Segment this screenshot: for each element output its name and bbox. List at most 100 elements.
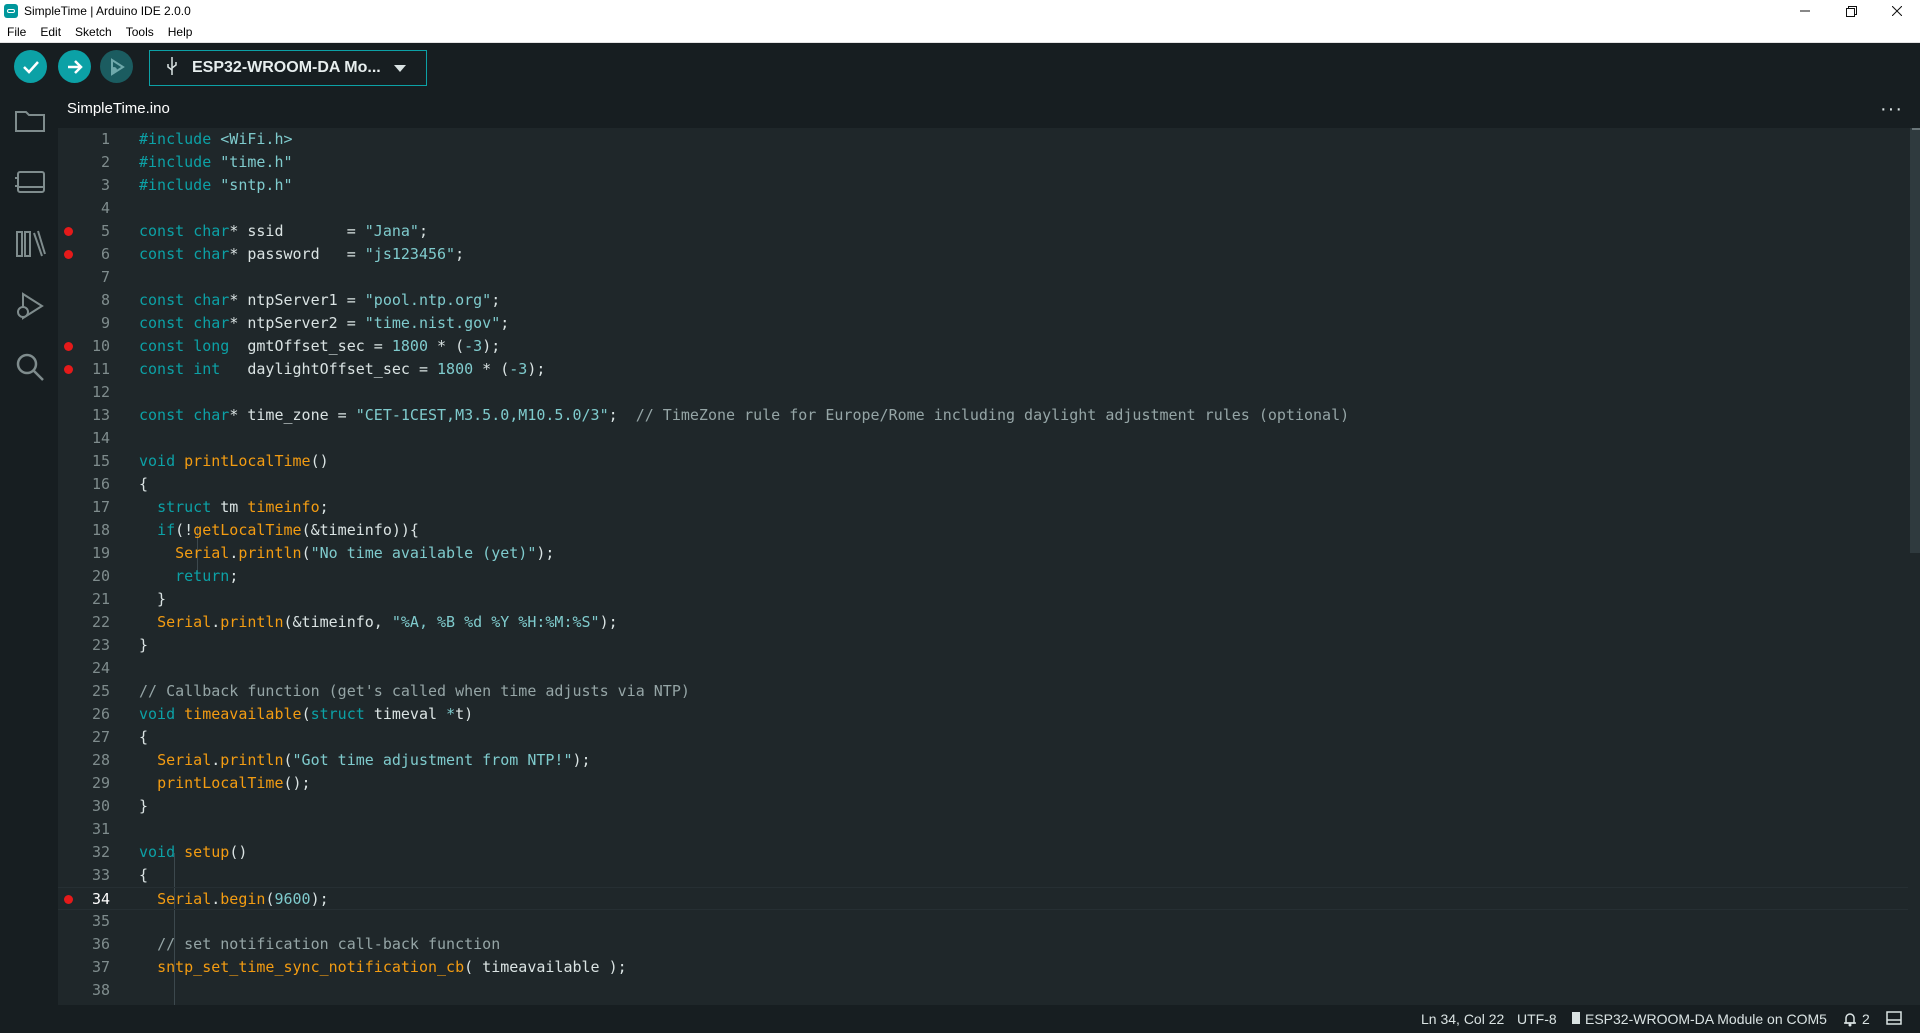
more-actions-button[interactable]: ··· (1880, 98, 1903, 121)
code-line[interactable]: 35 (58, 910, 1908, 933)
breakpoint-icon[interactable] (64, 895, 73, 904)
breakpoint-icon[interactable] (64, 227, 73, 236)
code-token: char (193, 245, 230, 263)
tab-simpletime[interactable]: SimpleTime.ino (58, 89, 189, 128)
code-text: const char* time_zone = "CET-1CEST,M3.5.… (139, 404, 1349, 427)
code-line[interactable]: 34 Serial.begin(9600); (58, 887, 1908, 910)
code-line[interactable]: 37 sntp_set_time_sync_notification_cb( t… (58, 956, 1908, 979)
code-text: Serial.println("No time available (yet)"… (139, 542, 554, 565)
debug-icon[interactable] (14, 290, 46, 322)
code-token: } (139, 590, 167, 608)
restore-button[interactable] (1828, 0, 1874, 22)
code-line[interactable]: 30} (58, 795, 1908, 818)
code-line[interactable]: 29 printLocalTime(); (58, 772, 1908, 795)
code-token: println (220, 751, 284, 769)
code-line[interactable]: 27 { (58, 726, 1908, 749)
code-line[interactable]: 9 const char* ntpServer2 = "time.nist.gov… (58, 312, 1908, 335)
code-token: "sntp.h" (220, 176, 293, 194)
code-line[interactable]: 22 Serial.println(&timeinfo, "%A, %B %d … (58, 611, 1908, 634)
upload-button[interactable] (58, 50, 91, 83)
code-line[interactable]: 38 (58, 979, 1908, 1002)
code-token: void (139, 705, 185, 723)
code-token: (&timeinfo, (283, 613, 392, 631)
line-number: 27 (91, 728, 110, 746)
notification-count[interactable]: 2 (1862, 1011, 1870, 1027)
code-line[interactable]: 25 // Callback function (get's called whe… (58, 680, 1908, 703)
code-line[interactable]: 21 } (58, 588, 1908, 611)
code-line[interactable]: 10 const long gmtOffset_sec = 1800 * (-3)… (58, 335, 1908, 358)
code-token: ( timeavailable ); (464, 958, 627, 976)
code-line[interactable]: 8 const char* ntpServer1 = "pool.ntp.org"… (58, 289, 1908, 312)
code-editor[interactable]: 1 #include <WiFi.h> 2 #include "time.h" 3 #in… (58, 128, 1908, 1005)
code-line[interactable]: 36 // set notification call-back functio… (58, 933, 1908, 956)
code-text: const int daylightOffset_sec = 1800 * (-… (139, 358, 545, 381)
code-line[interactable]: 18 if(!getLocalTime(&timeinfo)){ (58, 519, 1908, 542)
code-line[interactable]: 6 const char* password = "js123456"; (58, 243, 1908, 266)
code-line[interactable]: 17 struct tm timeinfo; (58, 496, 1908, 519)
code-line[interactable]: 23} (58, 634, 1908, 657)
code-line[interactable]: 3 #include "sntp.h" (58, 174, 1908, 197)
board-port[interactable]: ESP32-WROOM-DA Module on COM5 (1585, 1011, 1827, 1027)
code-line[interactable]: 20 return; (58, 565, 1908, 588)
menu-edit[interactable]: Edit (33, 25, 68, 39)
code-line[interactable]: 14 (58, 427, 1908, 450)
code-line[interactable]: 5 const char* ssid = "Jana"; (58, 220, 1908, 243)
code-text: struct tm timeinfo; (139, 496, 329, 519)
code-line[interactable]: 32 void setup() (58, 841, 1908, 864)
code-line[interactable]: 28 Serial.println("Got time adjustment f… (58, 749, 1908, 772)
code-line[interactable]: 13 const char* time_zone = "CET-1CEST,M3.… (58, 404, 1908, 427)
code-token: 9600 (274, 890, 311, 908)
code-line[interactable]: 4 (58, 197, 1908, 220)
code-line[interactable]: 16 { (58, 473, 1908, 496)
code-line[interactable]: 2 #include "time.h" (58, 151, 1908, 174)
line-number: 3 (100, 176, 110, 194)
search-icon[interactable] (14, 351, 46, 383)
close-button[interactable] (1874, 0, 1920, 22)
code-line[interactable]: 15 void printLocalTime() (58, 450, 1908, 473)
encoding[interactable]: UTF-8 (1517, 1011, 1557, 1027)
menu-file[interactable]: File (0, 25, 33, 39)
code-token: ); (572, 751, 591, 769)
code-token: ); (527, 360, 546, 378)
code-line[interactable]: 12 (58, 381, 1908, 404)
code-text: #include "sntp.h" (139, 174, 293, 197)
code-line[interactable]: 19 Serial.println("No time available (ye… (58, 542, 1908, 565)
bell-icon[interactable] (1843, 1011, 1857, 1030)
code-line[interactable]: 11 const int daylightOffset_sec = 1800 * … (58, 358, 1908, 381)
code-line[interactable]: 7 (58, 266, 1908, 289)
code-token: -3 (464, 337, 483, 355)
code-token: () (310, 452, 329, 470)
library-manager-icon[interactable] (14, 228, 46, 260)
sketchbook-icon[interactable] (14, 104, 46, 136)
breakpoint-icon[interactable] (64, 365, 73, 374)
code-line[interactable]: 26 void timeavailable(struct timeval *t) (58, 703, 1908, 726)
code-token: char (193, 314, 230, 332)
menu-sketch[interactable]: Sketch (68, 25, 119, 39)
breakpoint-icon[interactable] (64, 250, 73, 259)
breakpoint-icon[interactable] (64, 342, 73, 351)
minimize-button[interactable] (1782, 0, 1828, 22)
debug-button[interactable] (100, 50, 133, 83)
code-token: const (139, 406, 194, 424)
code-text: { (139, 473, 148, 496)
board-selector[interactable]: ESP32-WROOM-DA Mo... (149, 50, 427, 86)
code-line[interactable]: 1 #include <WiFi.h> (58, 128, 1908, 151)
line-number: 36 (91, 935, 110, 953)
code-line[interactable]: 33 { (58, 864, 1908, 887)
boards-manager-icon[interactable] (14, 166, 46, 198)
code-token: . (211, 751, 221, 769)
vertical-scrollbar[interactable] (1908, 128, 1920, 1005)
menu-tools[interactable]: Tools (119, 25, 161, 39)
scrollbar-thumb[interactable] (1910, 128, 1920, 553)
cursor-position[interactable]: Ln 34, Col 22 (1421, 1011, 1504, 1027)
verify-button[interactable] (14, 50, 47, 83)
code-token: sntp_set_time_sync_notification_cb (157, 958, 465, 976)
code-line[interactable]: 24 (58, 657, 1908, 680)
code-token: () (229, 843, 248, 861)
menu-help[interactable]: Help (161, 25, 200, 39)
toggle-output-icon[interactable] (1886, 1011, 1902, 1028)
code-text: { (139, 726, 148, 749)
code-line[interactable]: 31 (58, 818, 1908, 841)
code-token: "js123456" (364, 245, 456, 263)
